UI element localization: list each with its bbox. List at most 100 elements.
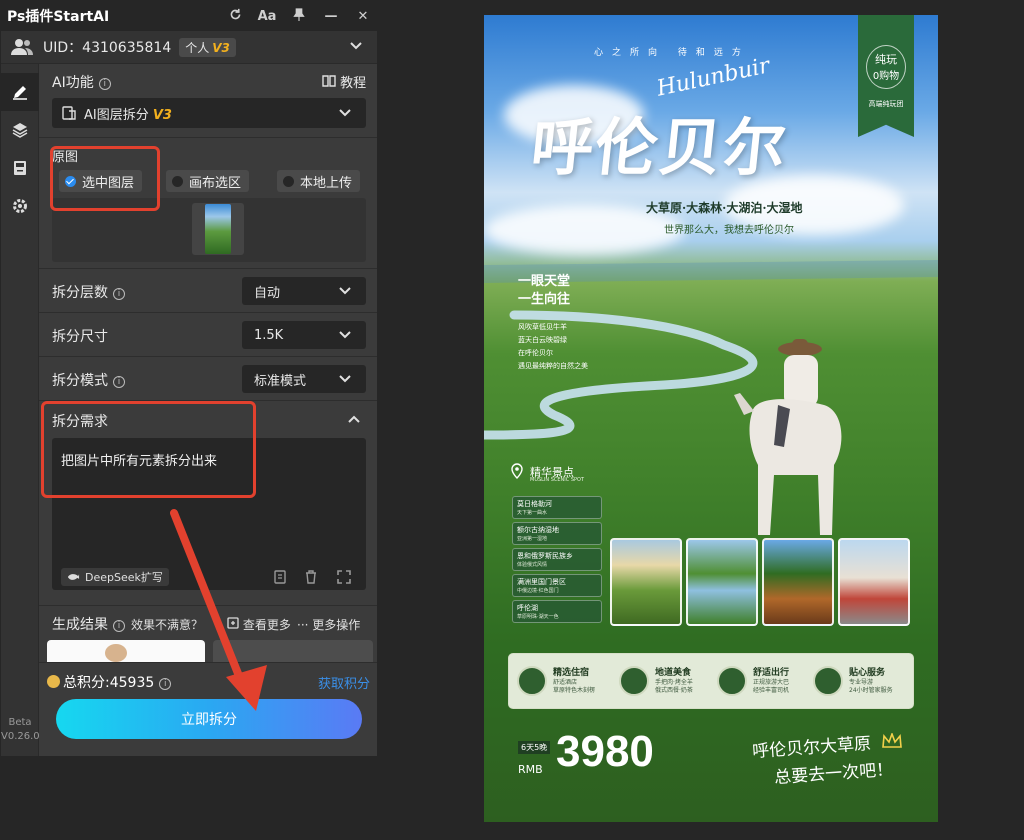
bed-icon xyxy=(517,666,547,696)
spot-name: 满洲里国门景区 xyxy=(517,578,566,586)
poster-features: 大草原·大森林·大湖泊·大湿地 xyxy=(646,201,803,215)
badge-line: 0购物 xyxy=(872,71,900,82)
settings-icon[interactable] xyxy=(1,187,39,225)
spot-item: 恩和俄罗斯民族乡 体验俄式风情 xyxy=(512,548,602,571)
option-label: 画布选区 xyxy=(189,175,242,191)
spot-item: 莫日格勒河天下第一曲水 xyxy=(512,496,602,519)
ai-feature-section: AI功能 i 教程 AI图层拆分 V3 xyxy=(39,64,377,138)
poster-side-lines: 风吹草低见牛羊 蓝天白云映碧绿 在呼伦贝尔 遇见最纯粹的自然之美 xyxy=(518,323,588,370)
setting-row-size: 拆分尺寸 1.5K xyxy=(39,313,377,357)
refresh-icon[interactable] xyxy=(219,8,251,25)
expand-icon[interactable] xyxy=(337,570,351,584)
ai-feature-value: AI图层拆分 xyxy=(84,107,149,123)
feature-version: V3 xyxy=(152,107,172,123)
chevron-down-icon xyxy=(339,287,351,295)
tutorial-link[interactable]: 教程 xyxy=(322,72,366,91)
info-icon[interactable]: i xyxy=(98,78,111,90)
sidebar: Beta V0.26.0 xyxy=(1,64,40,756)
poster-slogan: 世界那么大，我想去呼伦贝尔 xyxy=(664,225,794,236)
annotation-box-source xyxy=(50,146,160,211)
spot-photo xyxy=(686,538,758,626)
result-card[interactable] xyxy=(213,640,373,662)
ai-feature-select[interactable]: AI图层拆分 V3 xyxy=(52,98,366,128)
info-icon[interactable]: i xyxy=(113,376,125,388)
setting-row-mode: 拆分模式 i 标准模式 xyxy=(39,357,377,401)
plan-badge: 个人 V3 xyxy=(179,37,236,57)
spot-name: 莫日格勒河 xyxy=(517,500,552,508)
select-value: 标准模式 xyxy=(254,373,307,389)
view-more-link[interactable]: 查看更多 xyxy=(227,616,291,633)
radio-unchecked-icon xyxy=(172,175,183,187)
chevron-up-icon[interactable] xyxy=(347,414,361,424)
service-person-icon xyxy=(813,666,843,696)
spot-desc: 草原明珠·湖天一色 xyxy=(517,614,559,620)
spot-photo xyxy=(610,538,682,626)
spot-desc: 亚洲第一湿地 xyxy=(517,536,548,542)
layer-split-icon xyxy=(62,106,76,120)
feedback-link[interactable]: 效果不满意？ xyxy=(131,616,203,633)
source-thumbnail[interactable] xyxy=(192,203,244,255)
info-icon[interactable]: i xyxy=(113,620,125,632)
results-label: 生成结果 i xyxy=(52,614,125,634)
uid-label: UID：4310635814 xyxy=(43,40,172,56)
spot-item: 呼伦湖 草原明珠·湖天一色 xyxy=(512,600,602,623)
user-bar[interactable]: UID：4310635814 个人 V3 xyxy=(1,31,377,64)
earn-points-link[interactable]: 获取积分 xyxy=(318,673,370,692)
info-icon[interactable]: i xyxy=(113,288,125,300)
layers-icon[interactable] xyxy=(1,111,39,149)
view-icon xyxy=(227,617,239,629)
plan-name: 个人 xyxy=(185,40,210,55)
select-value: 1.5K xyxy=(254,327,284,343)
layers-select[interactable]: 自动 xyxy=(242,277,366,305)
plan-version: V3 xyxy=(212,40,230,55)
radio-unchecked-icon xyxy=(283,175,294,187)
result-card[interactable] xyxy=(47,640,205,662)
title-bar: Ps插件StartAI Aa — ✕ xyxy=(1,1,377,31)
dish-icon xyxy=(619,666,649,696)
split-now-button[interactable]: 立即拆分 xyxy=(56,699,362,739)
save-icon[interactable] xyxy=(1,149,39,187)
spots-subtitle: MUSLIN SCENIC SPOT xyxy=(530,477,585,483)
option-label: 本地上传 xyxy=(300,175,353,191)
spot-item: 额尔古纳湿地 亚洲第一湿地 xyxy=(512,522,602,545)
service-item: 地道美食 手把肉·烤全羊 俄式西餐·奶茶 xyxy=(619,662,717,702)
chevron-down-icon xyxy=(339,331,351,339)
results-section: 生成结果 i 效果不满意？ 查看更多 ··· 更多操作 xyxy=(39,606,377,662)
setting-row-layers: 拆分层数 i 自动 xyxy=(39,269,377,313)
mode-select[interactable]: 标准模式 xyxy=(242,365,366,393)
option-canvas-selection[interactable]: 画布选区 xyxy=(166,170,250,192)
history-icon[interactable] xyxy=(273,570,287,584)
more-actions-link[interactable]: ··· 更多操作 xyxy=(297,616,360,633)
info-icon[interactable]: i xyxy=(159,678,172,690)
version-number: V0.26.0 xyxy=(1,731,40,742)
canvas-poster: 心之所向 待和远方 Hulunbuir 呼伦贝尔 纯玩 0购物 高端纯玩团 大草… xyxy=(484,15,938,822)
services-bar: 精选住宿 舒适酒店 草原特色木刻楞 地道美食 手把肉·烤全羊 俄式西餐·奶茶 舒适出行正… xyxy=(508,653,914,709)
deepseek-expand-button[interactable]: DeepSeek扩写 xyxy=(61,568,169,586)
price-currency: RMB xyxy=(518,763,543,776)
app-title: Ps插件StartAI xyxy=(7,9,110,25)
setting-label: 拆分模式 i xyxy=(52,370,125,390)
pin-icon[interactable] xyxy=(283,7,315,25)
option-local-upload[interactable]: 本地上传 xyxy=(277,170,361,192)
horse-rider-figure xyxy=(734,339,842,535)
font-size-icon[interactable]: Aa xyxy=(251,9,283,24)
spot-photo xyxy=(838,538,910,626)
spot-photo xyxy=(762,538,834,626)
chevron-down-icon[interactable] xyxy=(349,39,363,53)
edit-icon[interactable] xyxy=(1,73,39,111)
badge-line: 纯玩 xyxy=(875,53,897,66)
ai-feature-label: AI功能 i xyxy=(52,72,111,92)
spot-desc: 天下第一曲水 xyxy=(517,510,548,516)
poster-title: 呼伦贝尔 xyxy=(527,111,792,184)
thumbnail-image xyxy=(205,204,231,254)
users-icon xyxy=(11,39,33,55)
location-pin-icon xyxy=(511,463,523,479)
poster-badge: 纯玩 0购物 高端纯玩团 xyxy=(858,15,914,137)
whale-icon xyxy=(67,574,80,580)
price-value: 3980 xyxy=(556,727,654,776)
service-item: 贴心服务 专业导游 24小时管家服务 xyxy=(813,662,911,702)
close-icon[interactable]: ✕ xyxy=(347,9,377,24)
minimize-icon[interactable]: — xyxy=(315,9,347,24)
size-select[interactable]: 1.5K xyxy=(242,321,366,349)
trash-icon[interactable] xyxy=(304,570,318,584)
